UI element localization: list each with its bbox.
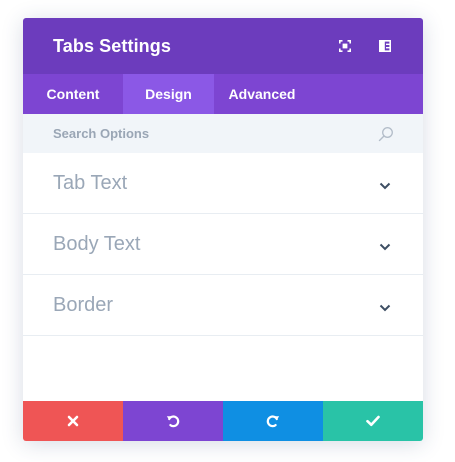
tab-advanced[interactable]: Advanced <box>214 74 310 114</box>
tab-bar: Content Design Advanced <box>23 74 423 114</box>
section-label: Body Text <box>53 232 141 255</box>
search-input[interactable] <box>53 126 353 141</box>
section-body-text[interactable]: Body Text <box>23 214 423 275</box>
action-footer <box>23 401 423 441</box>
section-label: Tab Text <box>53 171 128 194</box>
tab-content[interactable]: Content <box>23 74 123 114</box>
settings-modal: Tabs Settings Content Design Advanced Se… <box>23 18 423 441</box>
modal-header: Tabs Settings <box>23 18 423 74</box>
undo-icon <box>166 415 180 428</box>
checkmark-icon <box>366 415 380 427</box>
save-button[interactable] <box>323 401 423 441</box>
cancel-button[interactable] <box>23 401 123 441</box>
tab-design[interactable]: Design <box>123 74 214 114</box>
expand-icon[interactable] <box>337 38 353 54</box>
section-tab-text[interactable]: Tab Text <box>23 153 423 214</box>
search-bar <box>23 114 423 153</box>
chevron-down-icon <box>379 300 391 312</box>
modal-title: Tabs Settings <box>53 35 171 56</box>
section-label: Border <box>53 293 114 316</box>
sidebar-layout-icon[interactable] <box>377 38 393 54</box>
undo-button[interactable] <box>123 401 223 441</box>
close-icon <box>67 415 79 427</box>
search-icon[interactable] <box>378 126 394 142</box>
section-border[interactable]: Border <box>23 275 423 336</box>
redo-icon <box>266 415 280 428</box>
chevron-down-icon <box>379 239 391 251</box>
chevron-down-icon <box>379 178 391 190</box>
redo-button[interactable] <box>223 401 323 441</box>
